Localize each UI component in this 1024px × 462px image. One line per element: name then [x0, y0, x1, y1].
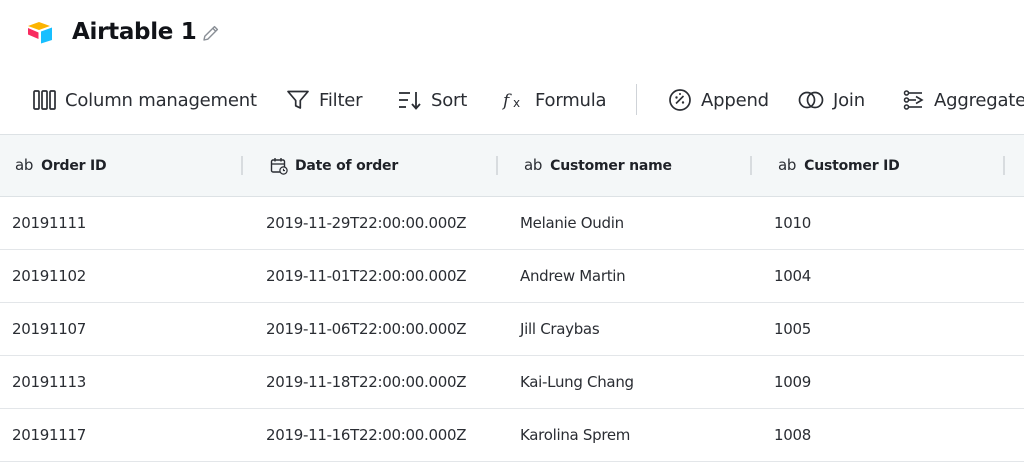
- sort-button[interactable]: Sort: [398, 84, 467, 116]
- column-management-label: Column management: [65, 89, 257, 111]
- svg-text:x: x: [513, 96, 520, 110]
- filter-label: Filter: [319, 89, 363, 111]
- app-window: Airtable 1 Column management Filter Sort…: [0, 0, 1024, 462]
- cell-customer-id: 1009: [774, 373, 811, 391]
- toolbar-divider: [636, 84, 637, 115]
- column-resize-handle[interactable]: [750, 156, 752, 175]
- column-header-label: Date of order: [295, 157, 399, 174]
- column-header-customer-name[interactable]: ab Customer name: [524, 135, 672, 196]
- cell-customer-id: 1008: [774, 426, 811, 444]
- title-bar: Airtable 1: [0, 0, 1024, 66]
- cell-date-of-order: 2019-11-06T22:00:00.000Z: [266, 320, 467, 338]
- formula-icon: f x: [502, 91, 520, 111]
- cell-customer-id: 1010: [774, 214, 811, 232]
- column-header-label: Customer ID: [804, 157, 900, 174]
- filter-button[interactable]: Filter: [286, 84, 363, 116]
- formula-label: Formula: [535, 89, 607, 111]
- cell-order-id: 20191113: [12, 373, 86, 391]
- table-row[interactable]: 20191102 2019-11-01T22:00:00.000Z Andrew…: [0, 250, 1024, 303]
- cell-date-of-order: 2019-11-16T22:00:00.000Z: [266, 426, 467, 444]
- cell-customer-name: Melanie Oudin: [520, 214, 624, 232]
- append-label: Append: [701, 89, 769, 111]
- join-icon: [798, 91, 824, 109]
- sort-icon: [399, 92, 421, 110]
- calendar-icon: [270, 157, 288, 175]
- formula-button[interactable]: f x Formula: [502, 84, 607, 116]
- column-management-button[interactable]: Column management: [33, 84, 257, 116]
- cell-customer-id: 1004: [774, 267, 811, 285]
- text-type-icon: ab: [524, 156, 543, 174]
- column-header-label: Customer name: [550, 157, 672, 174]
- cell-customer-name: Andrew Martin: [520, 267, 626, 285]
- cell-order-id: 20191117: [12, 426, 86, 444]
- cell-customer-name: Kai-Lung Chang: [520, 373, 634, 391]
- table-row[interactable]: 20191107 2019-11-06T22:00:00.000Z Jill C…: [0, 303, 1024, 356]
- pencil-icon[interactable]: [200, 23, 221, 44]
- aggregate-label: Aggregate: [934, 89, 1024, 111]
- table-row[interactable]: 20191113 2019-11-18T22:00:00.000Z Kai-Lu…: [0, 356, 1024, 409]
- columns-icon: [33, 90, 56, 110]
- page-title: Airtable 1: [72, 19, 197, 45]
- join-button[interactable]: Join: [798, 84, 865, 116]
- cell-customer-name: Jill Craybas: [520, 320, 600, 338]
- append-icon: [669, 89, 691, 111]
- table-row[interactable]: 20191111 2019-11-29T22:00:00.000Z Melani…: [0, 197, 1024, 250]
- column-resize-handle[interactable]: [1003, 156, 1005, 175]
- column-header-date-of-order[interactable]: Date of order: [270, 135, 398, 196]
- column-resize-handle[interactable]: [496, 156, 498, 175]
- cell-date-of-order: 2019-11-01T22:00:00.000Z: [266, 267, 467, 285]
- data-table: ab Order ID Date of order ab Customer na: [0, 134, 1024, 462]
- toolbar: Column management Filter Sort f x Formul…: [0, 76, 1024, 124]
- svg-text:f: f: [502, 91, 512, 111]
- table-header: ab Order ID Date of order ab Customer na: [0, 134, 1024, 197]
- column-header-label: Order ID: [41, 157, 107, 174]
- join-label: Join: [833, 89, 865, 111]
- text-type-icon: ab: [15, 156, 34, 174]
- filter-icon: [287, 90, 309, 109]
- airtable-logo: [28, 22, 52, 44]
- table-row[interactable]: 20191117 2019-11-16T22:00:00.000Z Karoli…: [0, 409, 1024, 462]
- sort-label: Sort: [431, 89, 468, 111]
- cell-date-of-order: 2019-11-29T22:00:00.000Z: [266, 214, 467, 232]
- column-resize-handle[interactable]: [241, 156, 243, 175]
- column-header-customer-id[interactable]: ab Customer ID: [778, 135, 900, 196]
- append-button[interactable]: Append: [668, 84, 769, 116]
- aggregate-icon: [903, 90, 924, 110]
- cell-order-id: 20191107: [12, 320, 86, 338]
- cell-order-id: 20191102: [12, 267, 86, 285]
- cell-customer-id: 1005: [774, 320, 811, 338]
- text-type-icon: ab: [778, 156, 797, 174]
- column-header-order-id[interactable]: ab Order ID: [15, 135, 107, 196]
- cell-order-id: 20191111: [12, 214, 86, 232]
- cell-date-of-order: 2019-11-18T22:00:00.000Z: [266, 373, 467, 391]
- cell-customer-name: Karolina Sprem: [520, 426, 631, 444]
- aggregate-button[interactable]: Aggregate: [903, 84, 1024, 116]
